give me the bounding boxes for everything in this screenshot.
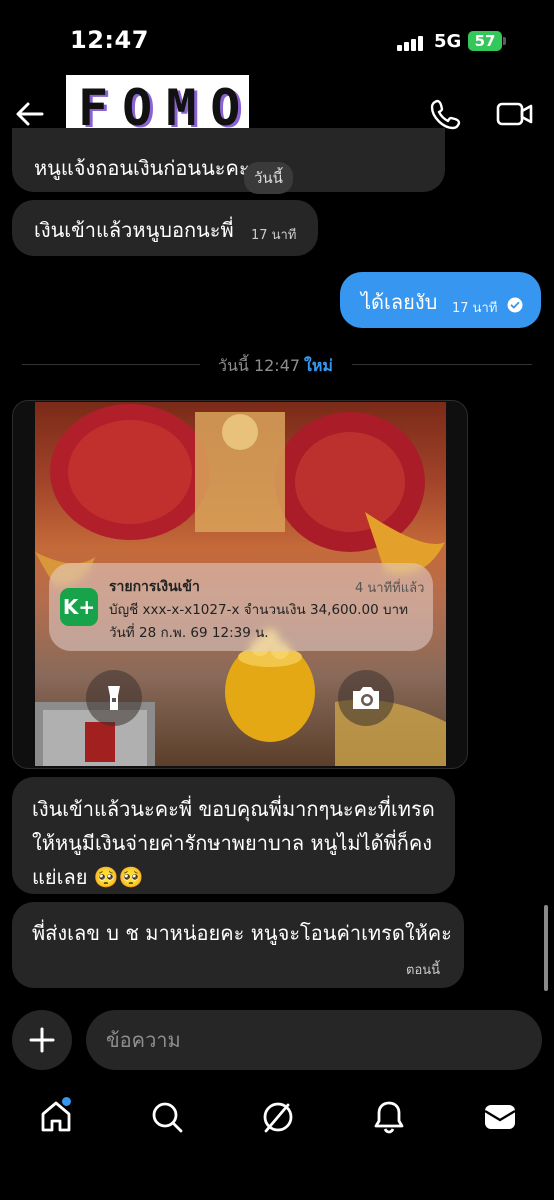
message-text: ได้เลยงับ: [361, 290, 438, 314]
inbox-icon[interactable]: [480, 1097, 520, 1137]
message-text: หนูแจ้งถอนเงินก่อนนะคะ: [34, 156, 250, 180]
new-messages-label: ใหม่: [304, 356, 333, 375]
notification-time: 4 นาทีที่แล้ว: [355, 581, 425, 596]
back-arrow-icon[interactable]: [12, 96, 48, 132]
seen-check-icon: [507, 297, 523, 313]
signal-icon: [397, 35, 427, 51]
divider-line: [352, 364, 532, 365]
battery-tip: [503, 37, 506, 45]
bell-icon[interactable]: [369, 1097, 409, 1137]
phone-icon[interactable]: [428, 96, 464, 132]
notification-dot: [62, 1097, 71, 1106]
add-button[interactable]: [12, 1010, 72, 1070]
message-input[interactable]: [86, 1010, 542, 1070]
divider-line: [22, 364, 200, 365]
plus-icon: [29, 1027, 55, 1053]
flashlight-icon: [86, 670, 142, 726]
network-type: 5G: [434, 31, 462, 52]
message-timestamp: วันนี้: [244, 162, 293, 194]
camera-icon: [338, 670, 394, 726]
date-divider: วันนี้ 12:47: [218, 356, 301, 375]
explore-icon[interactable]: [258, 1097, 298, 1137]
message-text: เงินเข้าแล้วนะคะพี่ ขอบคุณพี่มากๆนะคะที่…: [32, 797, 435, 889]
notification-date: วันที่ 28 ก.พ. 69 12:39 น.: [109, 625, 269, 641]
message-text: เงินเข้าแล้วหนูบอกนะพี่: [34, 218, 234, 242]
battery-icon: 57: [468, 31, 502, 51]
notification-account-amount: บัญชี xxx-x-x1027-x จำนวนเงิน 34,600.00 …: [109, 602, 409, 618]
message-timestamp: ตอนนี้: [406, 963, 441, 978]
message-text: พี่ส่งเลข บ ช มาหน่อยคะ หนูจะโอนค่าเทรดใ…: [32, 921, 452, 945]
status-time: 12:47: [70, 26, 149, 54]
kplus-app-icon: K+: [60, 588, 98, 626]
message-timestamp: 17 นาที: [452, 301, 498, 316]
scrollbar[interactable]: [544, 905, 548, 991]
search-icon[interactable]: [147, 1097, 187, 1137]
message-timestamp: 17 นาที: [251, 228, 297, 243]
notification-title: รายการเงินเข้า: [109, 579, 200, 595]
video-icon[interactable]: [495, 96, 535, 132]
